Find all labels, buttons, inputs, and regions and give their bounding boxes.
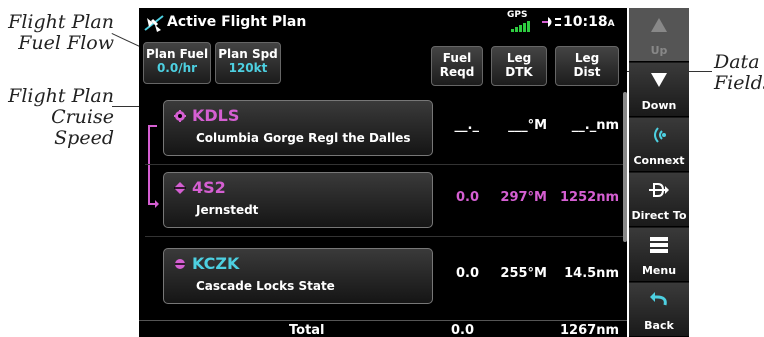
plan-fuel-label: Plan Fuel [145,47,209,61]
leg-dtk-button[interactable]: Leg DTK [491,46,547,86]
menu-label: Menu [641,264,677,277]
back-label: Back [644,319,674,332]
plan-fuel-value: 0.0/hr [156,61,198,75]
callout-data-line1: Data [714,51,760,73]
waypoint-button[interactable]: KDLS Columbia Gorge Regl the Dalles [163,100,433,156]
leg-dist-value: 1252nm [560,190,619,205]
plan-fuel-button[interactable]: Plan Fuel 0.0/hr [143,42,211,84]
callout-fuel-flow: Flight Plan Fuel Flow [4,12,114,54]
connext-button[interactable]: Connext [629,118,689,172]
plan-speed-button[interactable]: Plan Spd 120kt [215,42,281,84]
waypoint-name: Jernstedt [196,203,259,217]
callout-cruise-line1: Flight Plan [8,85,114,107]
gps-label: GPS [507,10,528,20]
total-fuel: 0.0 [451,323,475,337]
waypoint-button[interactable]: KCZK Cascade Locks State [163,248,433,304]
waypoint-button[interactable]: 4S2 Jernstedt [163,172,433,228]
leg-dtk-line2: DTK [505,65,533,79]
down-button[interactable]: Down [629,63,689,117]
airport-symbol-icon [175,259,185,269]
leg-dist-value: __._nm [571,118,619,133]
leg-dtk-value: 255°M [500,266,547,281]
leg-dtk-value: ___°M [508,118,547,133]
connection-plug-icon [542,17,561,27]
gps-signal-icon: GPS [507,10,537,34]
back-arrow-icon [650,292,667,306]
airport-symbol-icon [174,182,186,194]
callout-cruise-speed: Flight Plan Cruise Speed [4,86,114,149]
leg-dist-line1: Leg [574,51,600,65]
up-label: Up [650,44,668,57]
total-dist: 1267nm [560,323,619,337]
leg-dist-button[interactable]: Leg Dist [555,46,619,86]
callout-fuel-flow-line1: Flight Plan [8,11,114,33]
flight-plan-screen: Active Flight Plan GPS 10:18A Plan Fuel … [139,8,627,337]
direct-to-button[interactable]: Direct To [629,173,689,227]
leg-dist-value: 14.5nm [564,266,619,281]
clock-time: 10:18 [563,14,608,30]
callout-data-fields: Data Fields [714,52,764,94]
total-row: Total 0.0 1267nm [139,320,627,337]
up-arrow-icon [651,18,667,32]
fuel-reqd-value: 0.0 [455,266,479,281]
down-label: Down [641,99,677,112]
waypoint-id: KDLS [192,106,240,125]
leg-dist-line2: Dist [573,65,601,79]
airport-symbol-icon [174,110,186,122]
scrollbar[interactable] [623,92,627,242]
side-button-bar: Up Down Connext Direct To Menu Back [629,8,689,337]
callout-cruise-line2: Cruise Speed [51,106,114,149]
plan-speed-value: 120kt [228,61,268,75]
clock-suffix: A [607,19,615,29]
row-divider [145,236,627,237]
back-button[interactable]: Back [629,283,689,337]
waypoint-row[interactable]: KCZK Cascade Locks State 0.0 255°M 14.5n… [139,244,627,308]
fuel-reqd-line2: Reqd [439,65,475,79]
fuel-reqd-button[interactable]: Fuel Reqd [431,46,483,86]
leg-dtk-line1: Leg [506,51,532,65]
waypoint-name: Cascade Locks State [196,279,335,293]
clock: 10:18A [563,14,615,30]
menu-icon [650,237,668,253]
callout-data-line2: Fields [714,72,764,94]
callout-fuel-flow-line2: Fuel Flow [18,32,114,54]
waypoint-row[interactable]: 4S2 Jernstedt 0.0 297°M 1252nm [139,168,627,232]
airplane-icon [144,15,164,32]
direct-to-label: Direct To [631,209,687,222]
menu-button[interactable]: Menu [629,228,689,282]
waypoint-id: 4S2 [192,178,226,197]
row-divider [145,164,627,165]
fuel-reqd-line1: Fuel [442,51,472,65]
down-arrow-icon [651,73,667,87]
up-button[interactable]: Up [629,8,689,62]
fuel-reqd-value: 0.0 [455,190,479,205]
waypoint-row[interactable]: KDLS Columbia Gorge Regl the Dalles __._… [139,96,627,160]
connext-label: Connext [633,154,685,167]
direct-to-icon [649,183,669,197]
waypoint-id: KCZK [192,254,240,273]
fuel-reqd-value: __._ [454,118,479,133]
title-bar: Active Flight Plan GPS 10:18A [139,8,627,38]
connext-icon [654,127,666,143]
leg-dtk-value: 297°M [500,190,547,205]
page-title: Active Flight Plan [167,14,307,30]
waypoint-name: Columbia Gorge Regl the Dalles [196,131,411,145]
plan-speed-label: Plan Spd [218,47,278,61]
total-label: Total [289,323,325,337]
